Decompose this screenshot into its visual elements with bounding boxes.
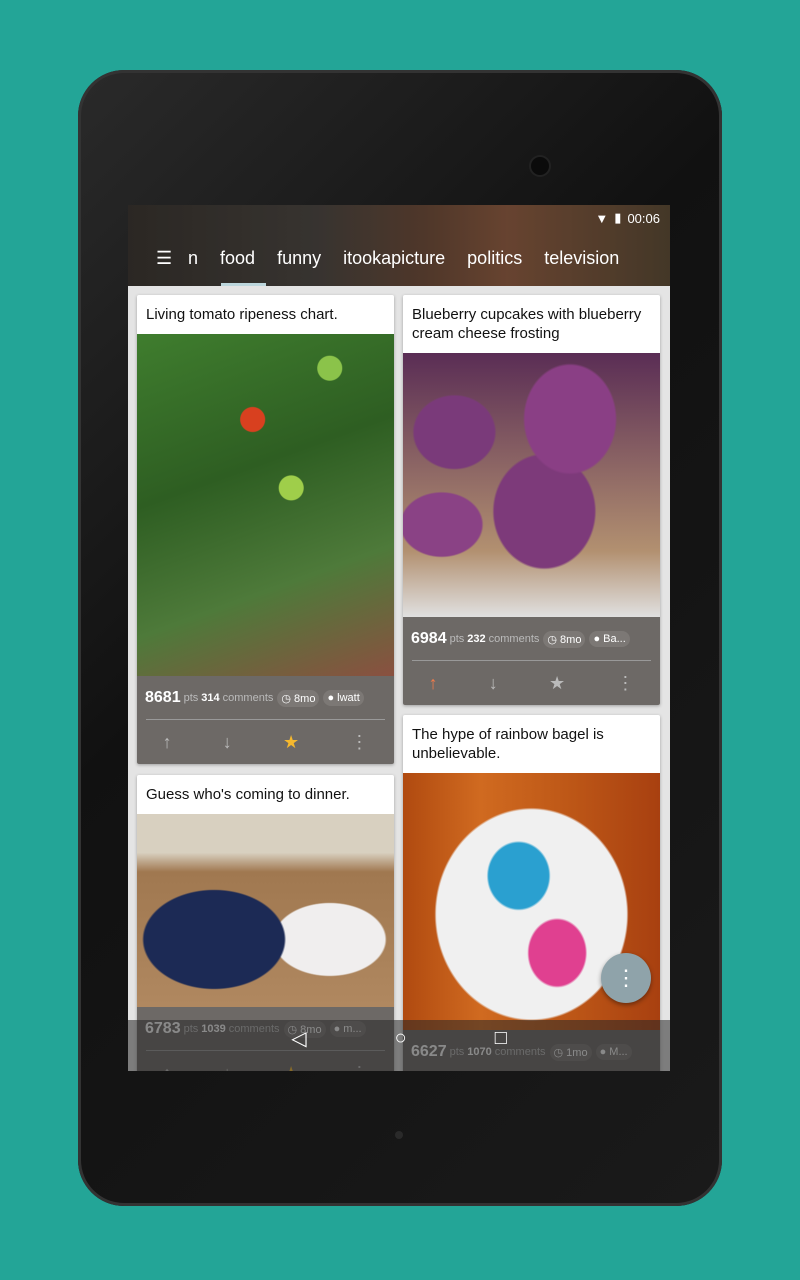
author-chip[interactable]: ● Ba... (589, 631, 630, 647)
star-icon[interactable]: ★ (283, 732, 299, 753)
divider (412, 660, 651, 661)
more-icon[interactable]: ⋮ (616, 673, 634, 694)
upvote-icon[interactable]: ↑ (163, 1063, 172, 1071)
user-icon: ● (333, 1023, 344, 1035)
clock-icon: ◷ (553, 1046, 567, 1059)
age-chip: ◷ 1mo (549, 1043, 592, 1061)
clock-icon: ◷ (547, 633, 561, 646)
tab-itookapicture[interactable]: itookapicture (343, 248, 445, 269)
more-icon[interactable]: ⋮ (350, 1063, 368, 1071)
pts-label: pts (183, 1023, 199, 1035)
comment-count: 232 (467, 633, 486, 645)
pts-label: pts (183, 692, 199, 704)
post-footer: 6984 pts 232 comments ◷ 8mo ● Ba... ↑ ↓ … (403, 617, 660, 705)
age-chip: ◷ 8mo (543, 630, 586, 648)
upvote-icon[interactable]: ↑ (429, 673, 438, 694)
points: 6627 (411, 1043, 447, 1060)
pts-label: pts (449, 1046, 465, 1058)
tab-partial[interactable]: n (188, 248, 198, 269)
comments-label[interactable]: comments (489, 633, 540, 645)
author: Ba... (603, 633, 626, 645)
subreddit-tabs: ☰ n food funny itookapicture politics te… (128, 245, 641, 271)
camera (531, 157, 549, 175)
comment-count: 1039 (201, 1023, 226, 1035)
pts-label: pts (449, 633, 465, 645)
post-footer: 8681 pts 314 comments ◷ 8mo ● lwatt ↑ ↓ … (137, 676, 394, 764)
tab-indicator (221, 283, 266, 286)
author: M... (609, 1046, 628, 1058)
divider (146, 719, 385, 720)
more-icon[interactable]: ⋮ (350, 732, 368, 753)
points: 6984 (411, 630, 447, 647)
downvote-icon[interactable]: ↓ (489, 673, 498, 694)
comments-label[interactable]: comments (223, 692, 274, 704)
wifi-icon: ▼ (595, 210, 609, 226)
home-icon[interactable]: ○ (395, 1027, 407, 1050)
tab-funny[interactable]: funny (277, 248, 321, 269)
clock: 00:06 (627, 210, 660, 226)
user-icon: ● (599, 1046, 610, 1058)
more-vertical-icon: ⋮ (615, 965, 637, 990)
post-title[interactable]: The hype of rainbow bagel is unbelievabl… (403, 715, 660, 773)
author-chip[interactable]: ● m... (329, 1021, 366, 1037)
author-chip[interactable]: ● M... (595, 1044, 632, 1060)
user-icon: ● (327, 692, 338, 704)
more-fab-button[interactable]: ⋮ (601, 953, 651, 1003)
points: 6783 (145, 1020, 181, 1037)
downvote-icon[interactable]: ↓ (223, 1063, 232, 1071)
post-footer: 6783 pts 1039 comments ◷ 8mo ● m... ↑ ↓ … (137, 1007, 394, 1071)
user-icon: ● (593, 633, 604, 645)
comment-count: 1070 (467, 1046, 492, 1058)
post-image[interactable] (403, 353, 660, 617)
author: lwatt (337, 692, 360, 704)
clock-icon: ◷ (281, 692, 295, 705)
age: 8mo (560, 633, 582, 646)
post-card[interactable]: The hype of rainbow bagel is unbelievabl… (403, 715, 660, 1071)
points: 8681 (145, 689, 181, 706)
author: m... (343, 1023, 362, 1035)
divider (146, 1050, 385, 1051)
post-image[interactable] (137, 334, 394, 676)
post-footer: 6627 pts 1070 comments ◷ 1mo ● M... (403, 1030, 660, 1071)
post-title[interactable]: Guess who's coming to dinner. (137, 775, 394, 814)
post-title[interactable]: Blueberry cupcakes with blueberry cream … (403, 295, 660, 353)
upvote-icon[interactable]: ↑ (163, 732, 172, 753)
age: 1mo (566, 1046, 588, 1059)
downvote-icon[interactable]: ↓ (223, 732, 232, 753)
battery-charging-icon: ▮ (614, 210, 622, 225)
author-chip[interactable]: ● lwatt (323, 690, 364, 706)
status-bar: ▼ ▮ 00:06 (595, 210, 660, 226)
post-title[interactable]: Living tomato ripeness chart. (137, 295, 394, 334)
post-card[interactable]: Guess who's coming to dinner. 6783 pts 1… (137, 775, 394, 1071)
star-icon[interactable]: ★ (283, 1063, 299, 1071)
tab-politics[interactable]: politics (467, 248, 522, 269)
menu-icon[interactable]: ☰ (156, 248, 174, 269)
comment-count: 314 (201, 692, 220, 704)
age-chip: ◷ 8mo (277, 689, 320, 707)
screen: ▼ ▮ 00:06 ☰ n food funny itookapicture p… (128, 205, 670, 1071)
age: 8mo (294, 692, 316, 705)
recents-icon[interactable]: □ (495, 1027, 507, 1050)
back-icon[interactable]: ◁ (291, 1026, 306, 1051)
post-card[interactable]: Living tomato ripeness chart. 8681 pts 3… (137, 295, 394, 764)
tab-food[interactable]: food (220, 248, 255, 269)
star-icon[interactable]: ★ (549, 673, 565, 694)
tab-television[interactable]: television (544, 248, 619, 269)
post-image[interactable] (137, 814, 394, 1007)
sensor (395, 1131, 403, 1139)
post-card[interactable]: Blueberry cupcakes with blueberry cream … (403, 295, 660, 705)
comments-label[interactable]: comments (229, 1023, 280, 1035)
